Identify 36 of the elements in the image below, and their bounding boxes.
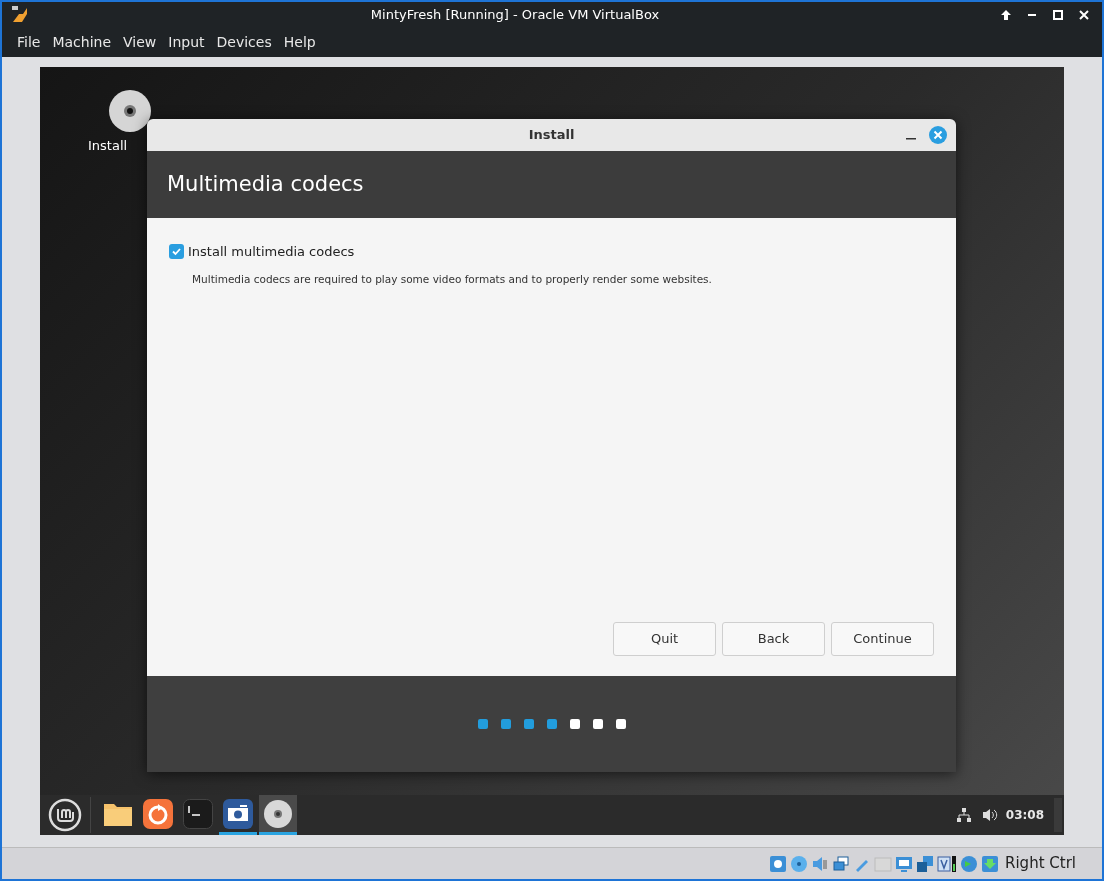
dialog-button[interactable]: Quit [613, 622, 716, 656]
windows-icon[interactable] [916, 854, 935, 873]
desktop-icon-label[interactable]: Install [88, 136, 128, 156]
checkmark-icon [171, 246, 182, 258]
network-icon[interactable] [832, 854, 851, 873]
terminal-icon [183, 798, 213, 829]
description-text: Multimedia codecs are required to play some video formats and to properly render some websites. [192, 271, 713, 287]
checkbox-label[interactable]: Install multimedia codecs [188, 242, 355, 262]
dialog-title: Install [528, 126, 575, 145]
menu-item[interactable]: File [12, 32, 46, 53]
close-icon[interactable] [1078, 9, 1090, 21]
app-logo-icon [10, 5, 30, 25]
disc-icon[interactable] [108, 89, 152, 133]
dialog-button[interactable]: Continue [831, 622, 934, 656]
checkbox[interactable] [169, 244, 184, 260]
optical-disc-icon[interactable] [790, 854, 809, 873]
browser-icon [143, 798, 173, 829]
disc-icon [263, 798, 293, 829]
menu-item[interactable]: Help [278, 32, 321, 53]
up-arrow-icon[interactable] [1000, 9, 1012, 21]
dialog-button[interactable]: Back [722, 622, 825, 656]
menu-item[interactable]: Devices [211, 32, 277, 53]
page-heading: Multimedia codecs [167, 170, 364, 198]
host-key-label: Right Ctrl [1005, 853, 1076, 875]
taskbar-app[interactable] [259, 795, 297, 835]
clock[interactable]: 03:08 [1005, 806, 1044, 824]
window-title: MintyFresh [Running] - Oracle VM VirtualBox [369, 6, 661, 25]
display-icon[interactable] [895, 854, 914, 873]
menu-item[interactable]: Machine [47, 32, 117, 53]
menu-item[interactable]: Input [163, 32, 210, 53]
maximize-icon[interactable] [1052, 9, 1064, 21]
volume-icon[interactable] [981, 807, 998, 823]
menu-item[interactable]: View [118, 32, 162, 53]
camera-icon [223, 798, 253, 829]
menu-logo-icon[interactable] [48, 798, 82, 832]
network-icon[interactable] [955, 807, 972, 823]
